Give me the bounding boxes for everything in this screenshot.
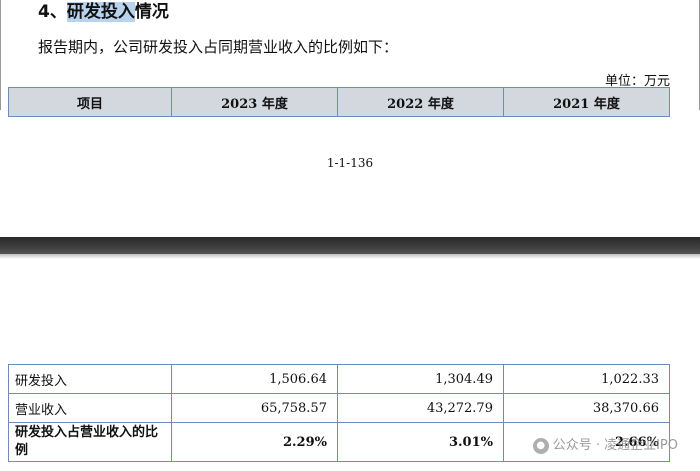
- header-row: 项目 2023 年度 2022 年度 2021 年度: [8, 87, 671, 117]
- table-row: 营业收入 65,758.57 43,272.79 38,370.66: [8, 393, 671, 423]
- header-2023: 2023 年度: [170, 87, 338, 117]
- header-2021: 2021 年度: [502, 87, 671, 117]
- watermark: ● 公众号 · 凌通企业IPO: [532, 434, 678, 454]
- row-label: 研发投入: [8, 364, 172, 394]
- section-heading: 4、研发投入情况: [38, 0, 169, 24]
- page-break-shadow: [0, 254, 700, 259]
- cell-value: 65,758.57: [170, 393, 338, 423]
- section-number: 4、: [38, 2, 67, 22]
- cell-value: 2.29%: [170, 422, 338, 462]
- cell-value: 1,304.49: [336, 364, 504, 394]
- page-break-divider: [0, 237, 700, 254]
- table-row: 研发投入 1,506.64 1,304.49 1,022.33: [8, 364, 671, 394]
- cell-value: 38,370.66: [502, 393, 671, 423]
- row-label: 营业收入: [8, 393, 172, 423]
- page-number: 1-1-136: [326, 156, 374, 170]
- header-item: 项目: [8, 87, 172, 117]
- cell-value: 43,272.79: [336, 393, 504, 423]
- table-header: 项目 2023 年度 2022 年度 2021 年度: [8, 87, 671, 117]
- selected-text-highlight[interactable]: 研发投入: [66, 2, 135, 22]
- wechat-logo-icon: ●: [532, 437, 549, 454]
- document-page-top: 4、研发投入情况 报告期内，公司研发投入占同期营业收入的比例如下： 单位：万元 …: [0, 0, 700, 237]
- page-left-edge: [0, 0, 1, 110]
- intro-paragraph: 报告期内，公司研发投入占同期营业收入的比例如下：: [38, 38, 399, 56]
- cell-value: 1,506.64: [170, 364, 338, 394]
- row-label: 研发投入占营业收入的比例: [8, 422, 172, 462]
- section-title-rest: 情况: [134, 2, 169, 22]
- cell-value: 3.01%: [336, 422, 504, 462]
- cell-value: 1,022.33: [502, 364, 671, 394]
- watermark-text: 公众号 · 凌通企业IPO: [552, 438, 678, 453]
- header-2022: 2022 年度: [336, 87, 504, 117]
